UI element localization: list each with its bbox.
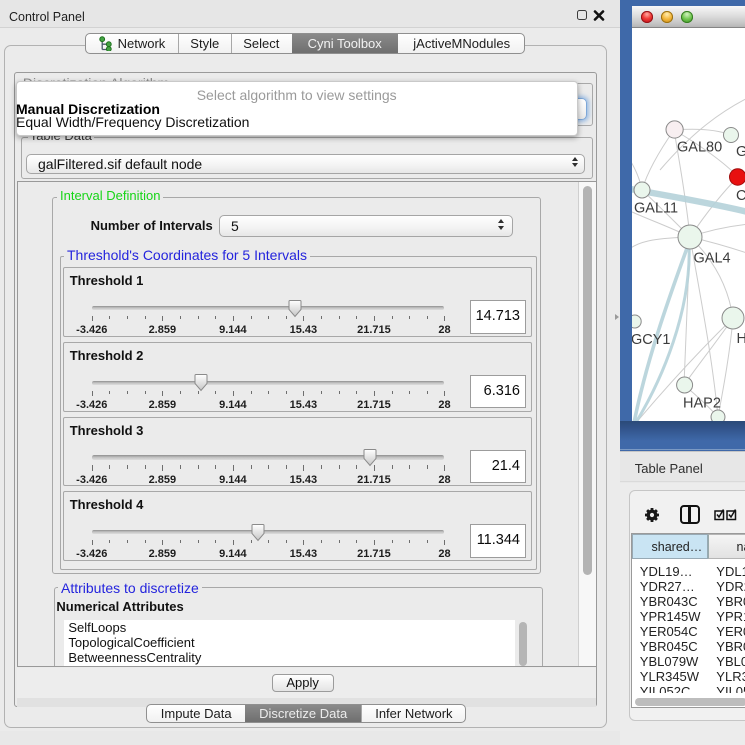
svg-text:GAL11: GAL11 [634, 201, 678, 217]
svg-text:GAL80: GAL80 [677, 140, 722, 156]
svg-text:HAP2: HAP2 [683, 396, 721, 412]
svg-text:GA: GA [736, 144, 745, 160]
svg-text:GCY1: GCY1 [632, 332, 671, 348]
svg-text:CY: CY [736, 188, 745, 204]
svg-text:GAL4: GAL4 [694, 251, 731, 267]
svg-text:H: H [737, 331, 745, 347]
